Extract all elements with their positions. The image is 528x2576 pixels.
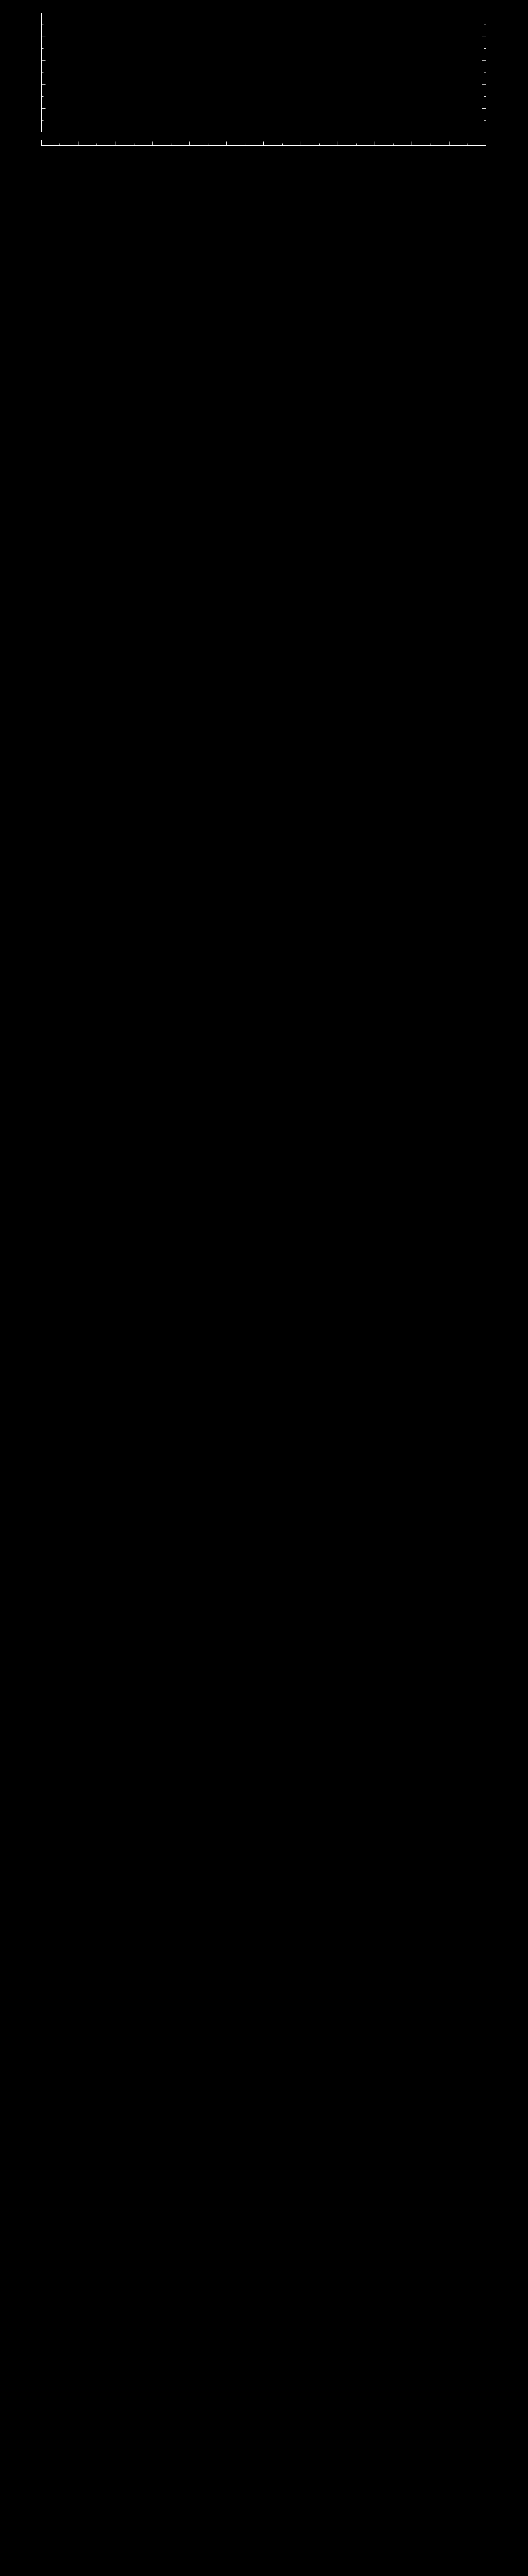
spectrogram-panel: [0, 0, 528, 176]
spectrogram-page: [0, 0, 528, 2576]
panel-axes: [41, 13, 486, 146]
